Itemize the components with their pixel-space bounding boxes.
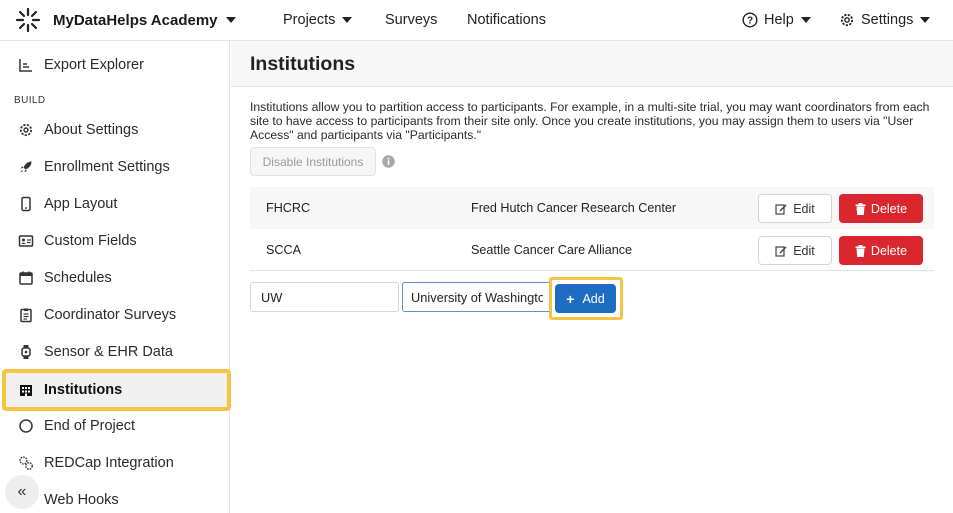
sidebar-section-build: BUILD — [14, 95, 46, 106]
collapse-sidebar-button[interactable]: « — [5, 475, 39, 509]
add-label: Add — [582, 291, 605, 306]
sidebar-item-label: Institutions — [44, 382, 123, 398]
delete-label: Delete — [870, 243, 908, 258]
sidebar-item-label: Schedules — [44, 270, 112, 286]
edit-button[interactable]: Edit — [758, 236, 832, 265]
sidebar-item-label: App Layout — [44, 196, 118, 212]
disable-institutions-label: Disable Institutions — [262, 154, 364, 169]
sidebar-item-about-settings[interactable]: About Settings — [0, 112, 229, 148]
edit-label: Edit — [793, 201, 815, 216]
sidebar-item-label: About Settings — [44, 122, 139, 138]
sidebar-item-label: Web Hooks — [44, 492, 119, 508]
gears-icon — [19, 456, 33, 470]
nav-projects[interactable]: Projects — [283, 0, 353, 40]
brand-name: MyDataHelps Academy — [53, 11, 218, 29]
nav-notifications[interactable]: Notifications — [467, 0, 546, 40]
sidebar-item-label: End of Project — [44, 418, 136, 434]
add-button-highlight: + Add — [549, 277, 623, 320]
sidebar-item-enrollment-settings[interactable]: Enrollment Settings — [0, 149, 229, 185]
table-row: FHCRC Fred Hutch Cancer Research Center … — [250, 187, 934, 229]
disable-institutions-button[interactable]: Disable Institutions — [250, 147, 376, 176]
nav-projects-label: Projects — [283, 12, 336, 28]
settings-label: Settings — [861, 12, 914, 28]
sidebar-item-label: Coordinator Surveys — [44, 307, 177, 323]
clipboard-icon — [20, 308, 32, 323]
page-header: Institutions — [231, 41, 953, 87]
chart-icon — [19, 59, 32, 72]
sidebar: Export Explorer BUILD About Settings Enr… — [0, 41, 231, 513]
gear-icon — [840, 13, 854, 27]
brand-logo-icon — [15, 7, 41, 33]
settings-menu[interactable]: Settings — [839, 0, 931, 40]
edit-icon — [775, 245, 787, 257]
double-chevron-left-icon: « — [17, 483, 27, 500]
chevron-down-icon — [225, 17, 236, 23]
edit-label: Edit — [793, 243, 815, 258]
sidebar-item-redcap-integration[interactable]: REDCap Integration — [0, 445, 229, 481]
plus-icon: + — [566, 290, 575, 307]
sidebar-item-export-explorer[interactable]: Export Explorer — [0, 47, 229, 83]
sidebar-item-custom-fields[interactable]: Custom Fields — [0, 223, 229, 259]
new-institution-code-input[interactable] — [250, 282, 399, 312]
top-navigation-bar: MyDataHelps Academy Projects Surveys Not… — [0, 0, 953, 41]
brand[interactable]: MyDataHelps Academy — [13, 6, 236, 34]
chevron-down-icon — [342, 17, 353, 23]
chevron-down-icon — [800, 17, 811, 23]
add-button[interactable]: + Add — [555, 284, 616, 313]
trash-icon — [855, 202, 866, 215]
sidebar-item-coordinator-surveys[interactable]: Coordinator Surveys — [0, 297, 229, 333]
page-title: Institutions — [250, 53, 356, 75]
sidebar-item-label: REDCap Integration — [44, 455, 174, 471]
new-institution-name-input[interactable] — [402, 282, 552, 312]
svg-text:?: ? — [747, 16, 753, 27]
sidebar-item-sensor-ehr-data[interactable]: Sensor & EHR Data — [0, 334, 229, 370]
chevron-down-icon — [920, 17, 931, 23]
delete-button[interactable]: Delete — [839, 194, 923, 223]
rocket-icon — [20, 161, 32, 173]
help-label: Help — [764, 12, 794, 28]
id-card-icon — [18, 235, 34, 247]
nav-notifications-label: Notifications — [467, 12, 546, 28]
nav-surveys[interactable]: Surveys — [385, 0, 437, 40]
institution-name: Fred Hutch Cancer Research Center — [471, 201, 677, 215]
sidebar-item-institutions[interactable]: Institutions — [2, 369, 231, 411]
page-description: Institutions allow you to partition acce… — [250, 100, 930, 143]
sidebar-item-schedules[interactable]: Schedules — [0, 260, 229, 296]
watch-icon — [21, 345, 31, 359]
sidebar-item-label: Sensor & EHR Data — [44, 344, 173, 360]
institution-name: Seattle Cancer Care Alliance — [471, 242, 633, 257]
institution-code: SCCA — [266, 242, 301, 257]
edit-icon — [775, 203, 787, 215]
delete-button[interactable]: Delete — [839, 236, 923, 265]
sidebar-item-app-layout[interactable]: App Layout — [0, 186, 229, 222]
gear-icon — [19, 123, 33, 137]
info-icon[interactable] — [382, 155, 395, 168]
question-circle-icon: ? — [742, 12, 758, 28]
help-menu[interactable]: ? Help — [742, 0, 811, 40]
main-content: Institutions Institutions allow you to p… — [231, 41, 953, 513]
sidebar-item-label: Export Explorer — [44, 57, 144, 73]
trash-icon — [855, 244, 866, 257]
circle-icon — [19, 419, 33, 433]
sidebar-item-label: Custom Fields — [44, 233, 137, 249]
building-icon — [20, 385, 32, 396]
sidebar-item-end-of-project[interactable]: End of Project — [0, 408, 229, 444]
institution-code: FHCRC — [266, 201, 311, 215]
phone-icon — [21, 196, 31, 212]
calendar-icon — [19, 271, 33, 285]
delete-label: Delete — [870, 201, 908, 216]
sidebar-item-label: Enrollment Settings — [44, 159, 170, 175]
table-row: SCCA Seattle Cancer Care Alliance Edit D… — [250, 229, 934, 271]
edit-button[interactable]: Edit — [758, 194, 832, 223]
nav-surveys-label: Surveys — [385, 12, 438, 28]
